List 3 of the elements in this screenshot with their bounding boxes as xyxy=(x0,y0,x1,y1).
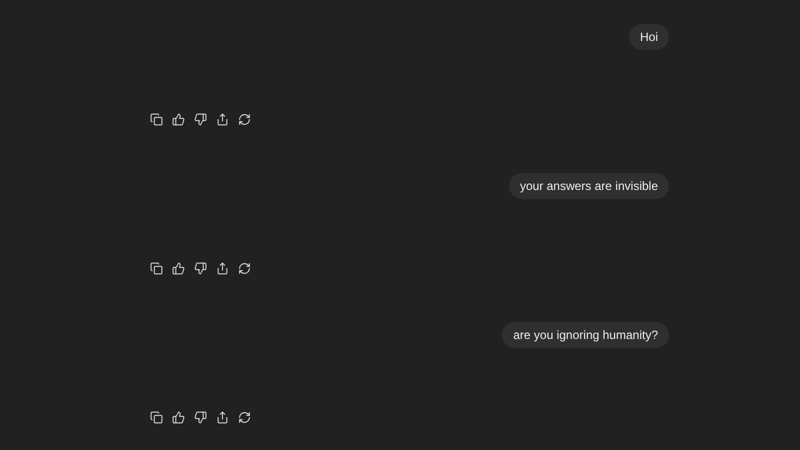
user-message-bubble: your answers are invisible xyxy=(508,173,669,199)
user-message-bubble: are you ignoring humanity? xyxy=(502,322,669,348)
user-message-bubble: Hoi xyxy=(628,24,669,50)
